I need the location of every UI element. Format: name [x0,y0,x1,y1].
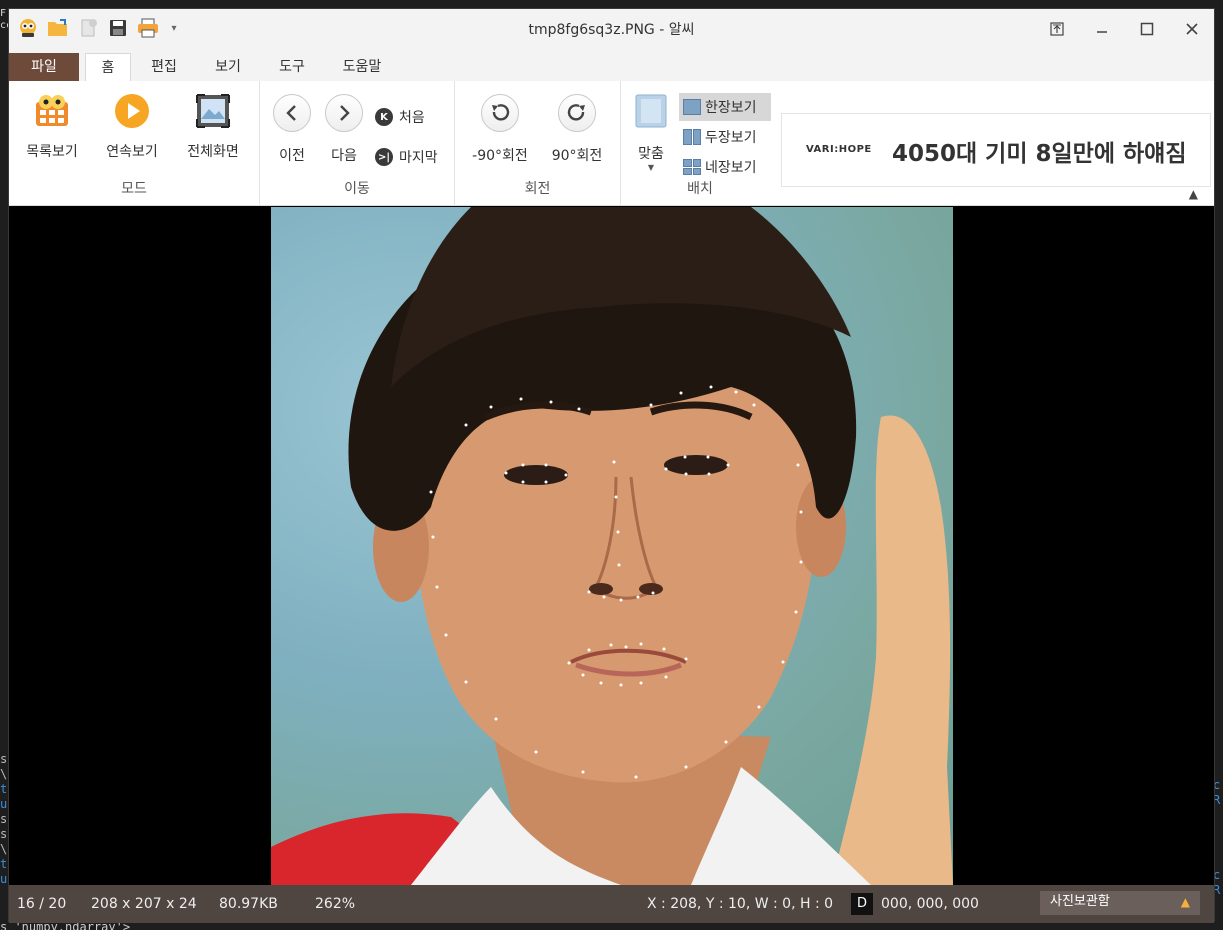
skip-first-icon: K [375,108,393,126]
tab-tools[interactable]: 도구 [265,53,319,81]
slideshow-button[interactable]: 연속보기 [97,91,167,161]
mode-group-label: 모드 [121,181,147,197]
rotate-cw-label: 90°회전 [551,148,603,164]
four-page-icon [683,159,701,175]
tab-file[interactable]: 파일 [9,53,79,81]
menu-tabs: 파일 홈 편집 보기 도구 도움말 [9,49,1214,81]
single-view-button[interactable]: 한장보기 [679,93,771,121]
terminal-text: cc [0,20,8,31]
fit-label: 맞춤 [638,146,664,162]
play-icon [112,91,152,131]
move-group: 이전 다음 K 처음 >| 마지막 이동 [260,81,455,206]
quad-view-label: 네장보기 [705,160,757,176]
rotate-ccw-label: -90°회전 [472,148,528,164]
maximize-icon [1140,22,1153,36]
fullscreen-icon [193,91,233,131]
ad-text: 4050대 기미 8일만에 하얘짐 [892,141,1187,167]
file-size: 80.97KB [219,896,278,912]
tab-home[interactable]: 홈 [85,53,131,81]
rotate-group: -90°회전 90°회전 회전 [455,81,621,206]
alsee-window: ▾ tmp8fg6sq3z.PNG - 알씨 파일 홈 편집 보기 도구 도움말 [8,8,1215,923]
chevron-up-icon: ▲ [1180,895,1190,909]
first-label: 처음 [399,110,425,126]
fit-icon [631,91,671,131]
terminal-text: F [0,8,7,19]
rotate-ccw-button[interactable]: -90°회전 [465,93,535,165]
zoom-level[interactable]: 262% [315,896,355,912]
pin-icon [1049,22,1064,36]
status-bar: 16 / 20 208 x 207 x 24 80.97KB 262% X : … [9,885,1214,923]
single-page-icon [683,99,701,115]
image-dimensions: 208 x 207 x 24 [91,896,197,912]
minimize-button[interactable] [1079,9,1124,49]
background-terminal-left: s \ t u s s \ t u [0,752,8,887]
ad-banner[interactable]: VARI:HOPE 4050대 기미 8일만에 하얘짐 [781,113,1211,187]
dropdown-arrow-icon[interactable]: ▼ [623,163,679,172]
move-group-label: 이동 [344,181,370,197]
first-button[interactable]: K 처음 [375,107,425,127]
chevron-left-icon [273,94,311,132]
ribbon: 목록보기 연속보기 전체화면 모드 이전 다음 K 처음 >| 마지막 이동 -… [9,81,1214,206]
rotate-cw-button[interactable]: 90°회전 [542,93,612,165]
terminal-text: s [0,827,8,841]
ad-logo: VARI:HOPE [806,144,872,155]
double-view-label: 두장보기 [705,130,757,146]
pin-window-button[interactable] [1034,9,1079,49]
last-label: 마지막 [399,150,438,166]
list-view-label: 목록보기 [26,144,78,160]
terminal-text: s [0,752,8,766]
terminal-text: \ [0,767,8,781]
terminal-text: u [0,872,8,886]
skip-last-icon: >| [375,148,393,166]
list-view-icon [32,91,72,131]
fullscreen-label: 전체화면 [187,144,239,160]
close-icon [1185,23,1198,35]
photo-album-button[interactable]: 사진보관함 ▲ [1040,891,1200,915]
terminal-text: t [0,782,8,796]
terminal-text: t [0,857,8,871]
tab-edit[interactable]: 편집 [137,53,191,81]
last-button[interactable]: >| 마지막 [375,147,438,167]
chevron-right-icon [325,94,363,132]
title-bar: ▾ tmp8fg6sq3z.PNG - 알씨 [9,9,1214,49]
mode-group: 목록보기 연속보기 전체화면 모드 [9,81,260,206]
image-viewer[interactable] [9,207,1214,885]
quad-view-button[interactable]: 네장보기 [679,153,771,181]
cursor-coords: X : 208, Y : 10, W : 0, H : 0 [647,896,834,912]
terminal-text: \ [0,842,8,856]
fit-button[interactable]: 맞춤 ▼ [623,91,679,172]
fullscreen-button[interactable]: 전체화면 [178,91,248,161]
layout-group-label: 배치 [687,181,713,197]
color-mode-badge: D [851,893,873,915]
image-index: 16 / 20 [17,896,67,912]
face-photo [271,207,953,885]
two-page-icon [683,129,701,145]
double-view-button[interactable]: 두장보기 [679,123,771,151]
tab-help[interactable]: 도움말 [331,53,393,81]
rotate-right-icon [558,94,596,132]
rotate-left-icon [481,94,519,132]
minimize-icon [1096,31,1107,33]
rotate-group-label: 회전 [524,181,551,197]
slideshow-label: 연속보기 [106,144,158,160]
window-controls [1034,9,1214,49]
pixel-color-value: 000, 000, 000 [881,896,979,912]
close-button[interactable] [1169,9,1214,49]
photo-album-label: 사진보관함 [1050,894,1110,909]
next-label: 다음 [331,148,357,164]
background-terminal-topleft: F cc [0,8,8,32]
single-view-label: 한장보기 [705,100,757,116]
next-button[interactable]: 다음 [309,93,379,165]
terminal-text: u [0,797,8,811]
tab-view[interactable]: 보기 [201,53,255,81]
collapse-ribbon-icon[interactable]: ▲ [1189,187,1198,201]
list-view-button[interactable]: 목록보기 [17,91,87,161]
maximize-button[interactable] [1124,9,1169,49]
terminal-text: s [0,812,8,826]
